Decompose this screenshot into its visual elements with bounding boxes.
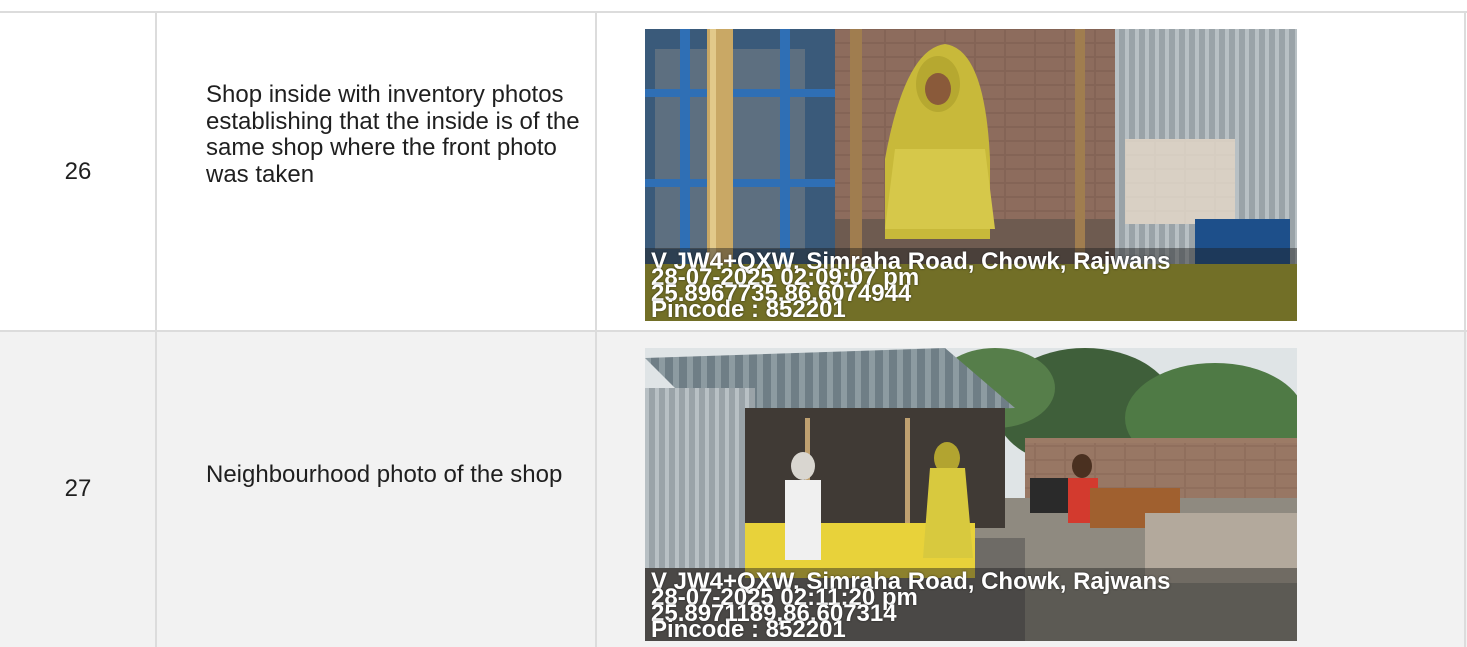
table-row-27: 27 Neighbourhood photo of the shop V JW4… <box>0 331 1467 647</box>
stamp-pincode: Pincode : 852201 <box>651 616 846 642</box>
row-description: Neighbourhood photo of the shop <box>206 461 563 488</box>
stamp-pincode: Pincode : 852201 <box>651 296 846 322</box>
row-number: 26 <box>64 157 92 185</box>
table-border-top <box>0 11 1467 13</box>
table-row-26: 26 Shop inside with inventory photos est… <box>0 12 1467 331</box>
geo-stamp: V JW4+QXW, Simraha Road, Chowk, Rajwans … <box>645 248 1297 321</box>
row-divider <box>0 330 1467 332</box>
table-border-right <box>1464 12 1466 647</box>
shop-inside-photo[interactable]: V JW4+QXW, Simraha Road, Chowk, Rajwans … <box>645 29 1297 321</box>
column-divider <box>155 12 157 647</box>
row-description: Shop inside with inventory photos establ… <box>206 81 580 188</box>
column-divider <box>595 12 597 647</box>
neighbourhood-photo[interactable]: V JW4+QXW, Simraha Road, Chowk, Rajwans … <box>645 348 1297 641</box>
geo-stamp: V JW4+QXW, Simraha Road, Chowk, Rajwans … <box>645 568 1297 641</box>
row-number: 27 <box>64 475 92 502</box>
photo-evidence-table: 26 Shop inside with inventory photos est… <box>0 0 1467 647</box>
